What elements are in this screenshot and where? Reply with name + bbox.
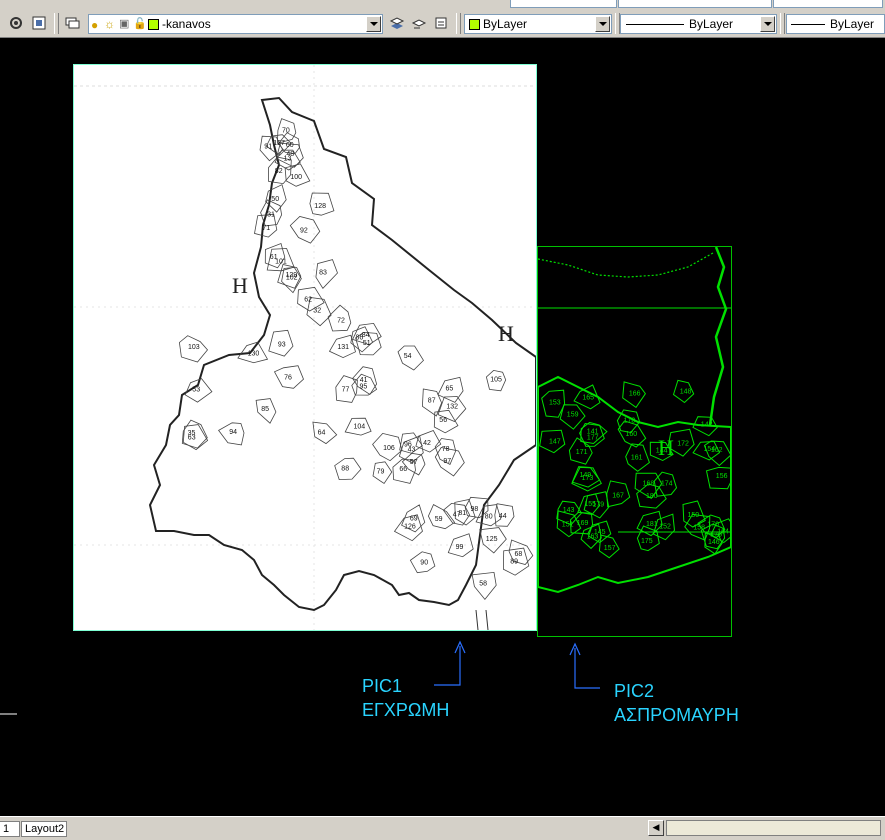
layer-previous-icon [411,19,427,29]
sun-icon: ☼ [104,17,115,31]
linetype-dropdown[interactable]: ByLayer [620,14,777,34]
chevron-down-icon[interactable] [366,16,381,32]
linetype-value: ByLayer [689,17,734,31]
toolbar-grip[interactable] [780,13,785,34]
chevron-down-icon[interactable] [760,16,775,32]
toolbar-grip[interactable] [456,13,461,34]
layer-previous-button[interactable] [409,13,429,33]
lineweight-preview-line [791,24,825,25]
pic1-label-line2: ΕΓΧΡΩΜΗ [362,700,450,720]
chevron-down-icon[interactable] [595,16,610,32]
layer-manager-icon [65,17,80,29]
layout-tabs-bar: 1 Layout2 ◀ [0,816,885,840]
pic2-label-line2: ΑΣΠΡΟΜΑΥΡΗ [614,705,739,725]
pic1-label: PIC1 ΕΓΧΡΩΜΗ [362,674,449,722]
toolbar-grip[interactable] [54,13,59,34]
viewport-freeze-icon: ▣ [119,18,130,30]
lightbulb-icon: ● [91,18,99,32]
color-value: ByLayer [483,17,528,31]
layer-manager-button[interactable] [62,13,82,33]
table-style-combo-partial[interactable] [773,0,883,8]
dim-style-combo-partial[interactable] [618,0,772,8]
lock-icon: 🔓 [133,18,147,30]
clean-screen-button[interactable] [29,13,49,33]
horizontal-scrollbar[interactable] [666,820,881,836]
workspace-settings-button[interactable] [6,13,26,33]
linetype-preview-line [626,24,684,25]
layer-name: -kanavos [162,17,211,31]
layer-current-icon [389,17,405,29]
pic2-label: PIC2 ΑΣΠΡΟΜΑΥΡΗ [614,679,739,727]
pic2-label-line1: PIC2 [614,681,655,701]
arrow-left-icon: ◀ [652,822,660,832]
tab-model[interactable]: 1 [0,821,20,837]
gear-icon [10,17,22,29]
layers-properties-toolbar: ● ☼ ▣ 🔓 -kanavos ByLayer ByLayer ByLayer [0,8,885,38]
lineweight-dropdown[interactable]: ByLayer [786,14,885,34]
pic1-label-line1: PIC1 [362,676,403,696]
layer-color-swatch [148,19,159,30]
layer-states-button[interactable] [431,13,451,33]
scroll-left-button[interactable]: ◀ [648,820,664,836]
pic2-leader-line [574,648,600,689]
color-dropdown[interactable]: ByLayer [464,14,612,34]
tab-layout2[interactable]: Layout2 [21,821,67,837]
make-object-layer-current-button[interactable] [387,13,407,33]
lineweight-value: ByLayer [830,17,875,31]
layer-states-icon [435,17,447,29]
color-swatch [469,19,480,30]
clean-screen-icon [32,16,46,30]
layer-dropdown[interactable]: ● ☼ ▣ 🔓 -kanavos [88,14,383,34]
drawing-canvas[interactable]: 13 31 32 35 41 42 43 44 47 48 50 51 53 54 56 57 58 59 60 61… [0,38,885,816]
text-style-combo-partial[interactable] [510,0,617,8]
